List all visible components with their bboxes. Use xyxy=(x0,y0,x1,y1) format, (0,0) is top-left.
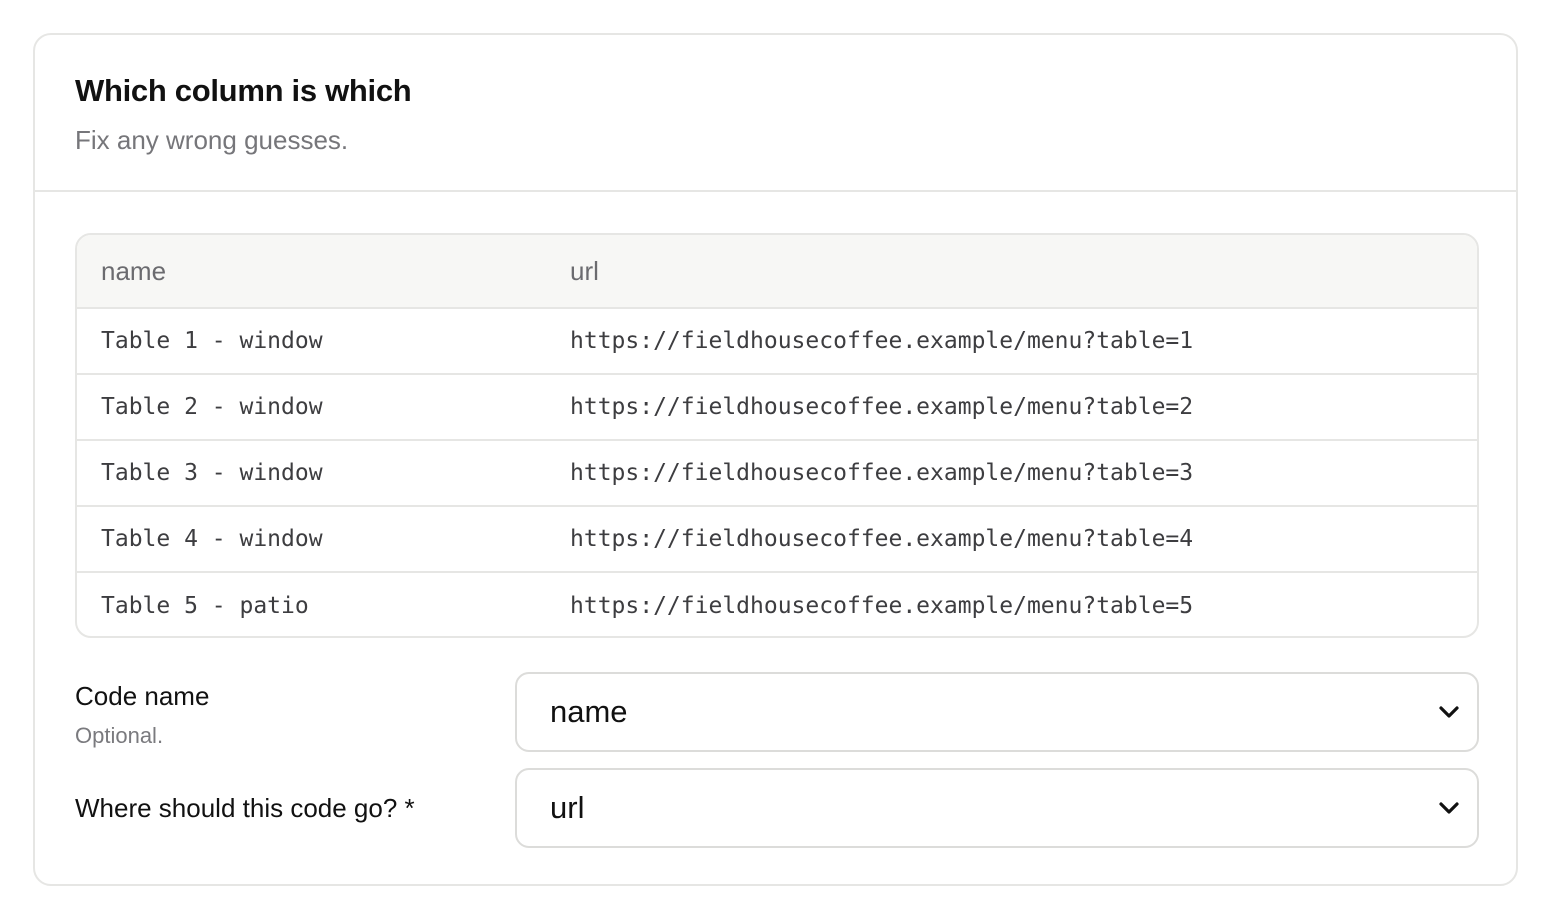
cell-url: https://fieldhousecoffee.example/menu?ta… xyxy=(570,592,1194,619)
cell-name: Table 1 - window xyxy=(101,328,323,354)
card-title: Which column is which xyxy=(75,73,412,108)
code-name-select-value: name xyxy=(550,694,628,729)
destination-select[interactable]: url xyxy=(515,768,1479,848)
table-row: Table 4 - window https://fieldhousecoffe… xyxy=(77,507,1477,573)
cell-url: https://fieldhousecoffee.example/menu?ta… xyxy=(570,460,1194,486)
column-header-name: name xyxy=(101,256,167,286)
chevron-down-icon xyxy=(1437,700,1461,724)
destination-field: Where should this code go? * url xyxy=(75,768,1479,848)
column-mapping-card: Which column is which Fix any wrong gues… xyxy=(33,33,1518,886)
code-name-select[interactable]: name xyxy=(515,672,1479,752)
cell-url: https://fieldhousecoffee.example/menu?ta… xyxy=(570,526,1194,552)
table-row: Table 5 - patio https://fieldhousecoffee… xyxy=(77,573,1477,636)
cell-name: Table 2 - window xyxy=(101,394,323,420)
code-name-field: Code name Optional. name xyxy=(75,672,1479,752)
destination-label: Where should this code go? * xyxy=(75,793,415,823)
column-header-url: url xyxy=(570,256,599,286)
preview-table: name url Table 1 - window https://fieldh… xyxy=(75,233,1479,638)
card-subtitle: Fix any wrong guesses. xyxy=(75,125,349,155)
table-row: Table 1 - window https://fieldhousecoffe… xyxy=(77,309,1477,375)
destination-select-value: url xyxy=(550,790,585,825)
code-name-label-group: Code name Optional. xyxy=(75,675,515,751)
code-name-label: Code name xyxy=(75,681,210,711)
cell-name: Table 5 - patio xyxy=(101,592,309,619)
cell-url: https://fieldhousecoffee.example/menu?ta… xyxy=(570,328,1194,354)
card-header: Which column is which Fix any wrong gues… xyxy=(35,35,1516,192)
code-name-hint: Optional. xyxy=(75,723,164,748)
table-row: Table 3 - window https://fieldhousecoffe… xyxy=(77,441,1477,507)
destination-label-group: Where should this code go? * xyxy=(75,771,515,825)
table-header: name url xyxy=(77,235,1477,309)
table-row: Table 2 - window https://fieldhousecoffe… xyxy=(77,375,1477,441)
cell-name: Table 3 - window xyxy=(101,460,323,486)
chevron-down-icon xyxy=(1437,796,1461,820)
cell-name: Table 4 - window xyxy=(101,526,323,552)
cell-url: https://fieldhousecoffee.example/menu?ta… xyxy=(570,394,1194,420)
